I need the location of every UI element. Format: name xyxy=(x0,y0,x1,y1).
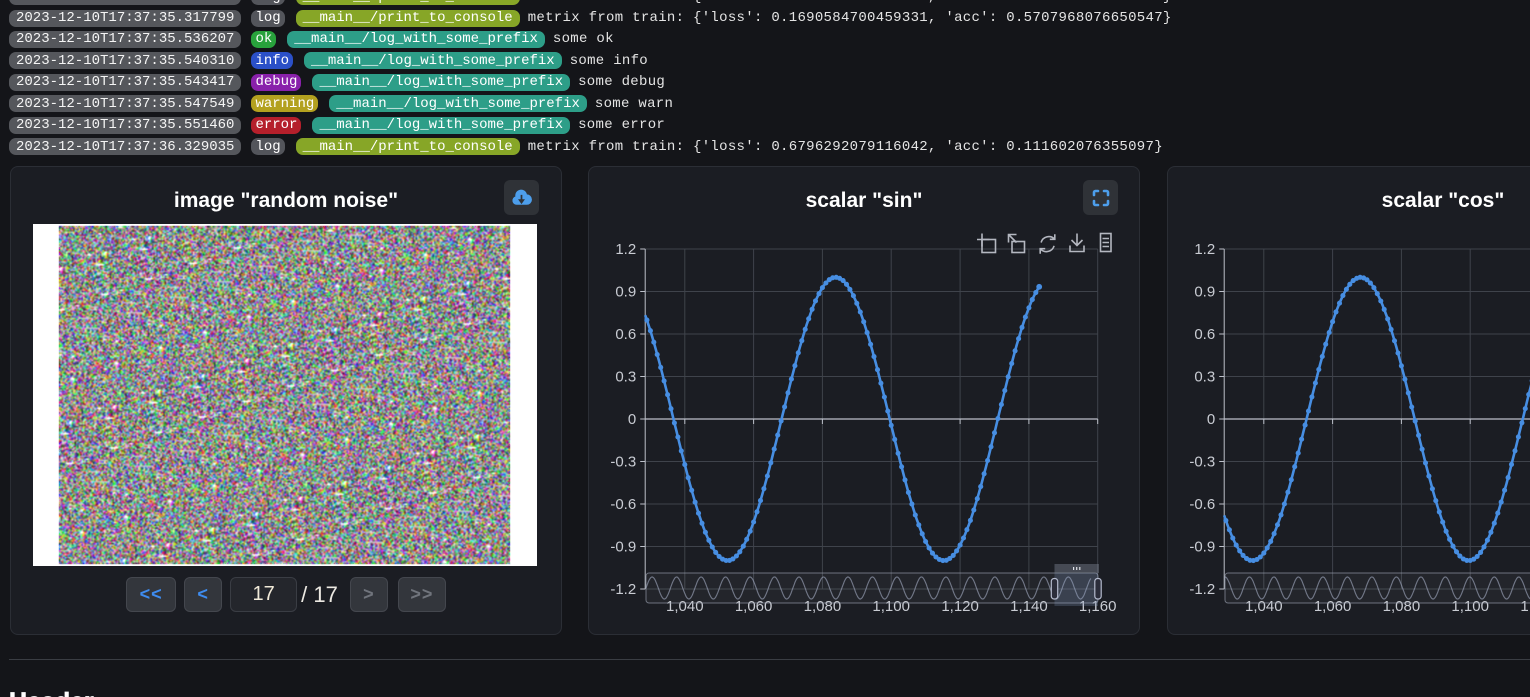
svg-text:-0.3: -0.3 xyxy=(1189,454,1215,471)
svg-text:-0.6: -0.6 xyxy=(610,496,636,513)
svg-text:0.6: 0.6 xyxy=(1194,326,1215,343)
svg-text:0.3: 0.3 xyxy=(1194,369,1215,386)
svg-text:0: 0 xyxy=(1207,411,1215,428)
svg-text:-0.3: -0.3 xyxy=(610,454,636,471)
svg-text:1.2: 1.2 xyxy=(1194,241,1215,258)
svg-text:-0.6: -0.6 xyxy=(1189,496,1215,513)
svg-text:0: 0 xyxy=(628,411,636,428)
svg-text:-1.2: -1.2 xyxy=(610,581,636,598)
svg-text:0.9: 0.9 xyxy=(615,284,636,301)
svg-text:0.3: 0.3 xyxy=(615,369,636,386)
svg-text:1.2: 1.2 xyxy=(615,241,636,258)
svg-text:-0.9: -0.9 xyxy=(610,539,636,556)
svg-text:0.6: 0.6 xyxy=(615,326,636,343)
svg-text:0.9: 0.9 xyxy=(1194,284,1215,301)
svg-text:-1.2: -1.2 xyxy=(1189,581,1215,598)
svg-text:-0.9: -0.9 xyxy=(1189,539,1215,556)
